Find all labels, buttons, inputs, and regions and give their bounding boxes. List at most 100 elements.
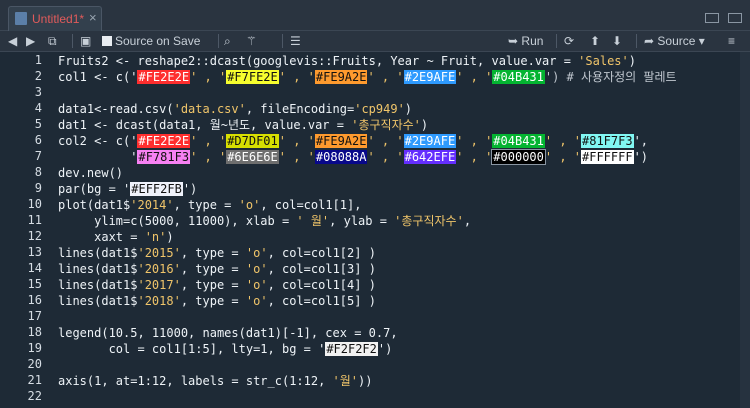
code-text: ' , ' bbox=[278, 70, 315, 84]
code-line: par(bg = '#EFF2FB') bbox=[58, 181, 197, 197]
code-text: col2 <- c(' bbox=[58, 134, 138, 148]
color-swatch: #FFFFFF bbox=[581, 150, 634, 164]
color-swatch: #08088A bbox=[314, 150, 368, 164]
divider bbox=[282, 34, 283, 48]
search-icon[interactable]: ⌕ bbox=[224, 33, 231, 49]
color-swatch: #000000 bbox=[491, 149, 546, 165]
line-number: 14 bbox=[27, 261, 42, 275]
color-swatch: #F7FE2E bbox=[226, 70, 279, 84]
line-number: 21 bbox=[27, 373, 42, 387]
source-on-save-checkbox[interactable]: Source on Save bbox=[102, 33, 200, 49]
code-text: ') bbox=[633, 150, 649, 164]
show-in-window-icon[interactable]: ⧉ bbox=[48, 33, 57, 49]
magic-wand-icon[interactable]: ⚚ bbox=[246, 33, 257, 49]
color-swatch: #F781F3 bbox=[137, 150, 191, 164]
rerun-icon[interactable]: ⟳ bbox=[564, 33, 574, 49]
run-arrow-icon: ➥ bbox=[508, 34, 519, 48]
color-swatch: #81F7F3 bbox=[581, 134, 634, 148]
minimize-button[interactable] bbox=[704, 13, 719, 23]
line-number: 9 bbox=[34, 181, 42, 195]
source-label: Source bbox=[657, 34, 696, 48]
vertical-scrollbar[interactable] bbox=[740, 52, 750, 408]
line-number: 17 bbox=[27, 309, 42, 323]
code-text: col = col1[1:5], lty=1, bg = ' bbox=[58, 342, 326, 356]
code-line: plot(dat1$'2014', type = 'o', col=col1[1… bbox=[58, 198, 362, 212]
checkbox-box[interactable] bbox=[102, 36, 112, 46]
code-line: col2 <- c('#FE2E2E' , '#D7DF01' , '#FE9A… bbox=[58, 133, 648, 149]
close-icon[interactable]: × bbox=[89, 10, 97, 25]
color-swatch: #FE9A2E bbox=[314, 70, 368, 84]
line-number: 18 bbox=[27, 325, 42, 339]
code-line: col1 <- c('#FE2E2E' , '#F7FE2E' , '#FE9A… bbox=[58, 69, 677, 85]
color-swatch: #EFF2FB bbox=[130, 182, 183, 196]
code-text: ' bbox=[58, 150, 138, 164]
line-number: 13 bbox=[27, 245, 42, 259]
down-arrow-icon[interactable]: ⬇ bbox=[612, 33, 622, 49]
code-text: ' , ' bbox=[456, 150, 493, 164]
code-text: ' , ' bbox=[367, 134, 404, 148]
tab-untitled1[interactable]: Untitled1* × bbox=[8, 6, 102, 31]
compile-report-icon[interactable]: ☰ bbox=[290, 33, 301, 49]
code-text: par(bg = ' bbox=[58, 182, 131, 196]
divider bbox=[218, 34, 219, 48]
r-script-file-icon bbox=[15, 12, 27, 25]
run-label: Run bbox=[521, 34, 544, 48]
line-number: 20 bbox=[27, 357, 42, 371]
code-line: col = col1[1:5], lty=1, bg = '#F2F2F2') bbox=[58, 341, 392, 357]
line-number: 5 bbox=[34, 117, 42, 131]
code-text: ' , ' bbox=[456, 70, 493, 84]
code-line: dev.new() bbox=[58, 166, 124, 180]
maximize-button[interactable] bbox=[728, 13, 742, 23]
line-number: 8 bbox=[34, 165, 42, 179]
tab-title: Untitled1* bbox=[32, 12, 85, 26]
code-line: Fruits2 <- reshape2::dcast(googlevis::Fr… bbox=[58, 54, 636, 68]
line-number: 6 bbox=[34, 133, 42, 147]
code-line: ylim=c(5000, 11000), xlab = ' 월', ylab =… bbox=[58, 214, 472, 228]
back-arrow-icon[interactable]: ◀ bbox=[8, 33, 17, 49]
color-swatch: #FE2E2E bbox=[137, 134, 191, 148]
divider bbox=[556, 34, 557, 48]
line-number: 10 bbox=[27, 197, 42, 211]
save-icon[interactable]: ▣ bbox=[80, 33, 91, 49]
line-number: 19 bbox=[27, 341, 42, 355]
code-text: col1 <- c(' bbox=[58, 70, 138, 84]
run-button[interactable]: ➥ Run bbox=[508, 33, 543, 49]
source-on-save-label: Source on Save bbox=[115, 34, 201, 48]
divider bbox=[636, 34, 637, 48]
outline-icon[interactable]: ≡ bbox=[728, 33, 735, 49]
code-editor[interactable]: 1 2 3 4 5 6 7 8 9 10 11 12 13 14 15 16 1… bbox=[0, 52, 750, 408]
line-number: 1 bbox=[34, 53, 42, 67]
code-text: ' , ' bbox=[278, 134, 315, 148]
line-number: 7 bbox=[34, 149, 42, 163]
code-text: ') bbox=[182, 182, 198, 196]
code-comment: ') # 사용자정의 팔레트 bbox=[544, 70, 677, 84]
window-controls bbox=[700, 10, 742, 28]
code-text: ' , ' bbox=[367, 70, 404, 84]
line-number: 11 bbox=[27, 213, 42, 227]
code-line: '#F781F3' , '#6E6E6E' , '#08088A' , '#64… bbox=[58, 149, 648, 165]
line-number: 16 bbox=[27, 293, 42, 307]
color-swatch: #2E9AFE bbox=[403, 70, 457, 84]
tab-bar: Untitled1* × bbox=[0, 0, 750, 31]
color-swatch: #642EFE bbox=[403, 150, 457, 164]
code-line: lines(dat1$'2016', type = 'o', col=col1[… bbox=[58, 262, 376, 276]
code-text: ' , ' bbox=[367, 150, 404, 164]
line-number: 12 bbox=[27, 229, 42, 243]
code-line: xaxt = 'n') bbox=[58, 230, 174, 244]
code-text: ' , ' bbox=[544, 150, 581, 164]
code-line: data1<-read.csv('data.csv', fileEncoding… bbox=[58, 102, 413, 116]
forward-arrow-icon[interactable]: ▶ bbox=[26, 33, 35, 49]
line-number: 22 bbox=[27, 389, 42, 403]
code-line: lines(dat1$'2018', type = 'o', col=col1[… bbox=[58, 294, 376, 308]
divider bbox=[72, 34, 73, 48]
up-arrow-icon[interactable]: ⬆ bbox=[590, 33, 600, 49]
source-button[interactable]: ➦ Source ▾ bbox=[644, 33, 705, 49]
code-text: ' , ' bbox=[190, 150, 227, 164]
source-arrow-icon: ➦ bbox=[644, 34, 655, 48]
code-text: ', bbox=[633, 134, 649, 148]
color-swatch: #2E9AFE bbox=[403, 134, 457, 148]
code-text: ' , ' bbox=[544, 134, 581, 148]
color-swatch: #D7DF01 bbox=[226, 134, 279, 148]
code-text: ' , ' bbox=[190, 70, 227, 84]
line-number: 3 bbox=[34, 85, 42, 99]
